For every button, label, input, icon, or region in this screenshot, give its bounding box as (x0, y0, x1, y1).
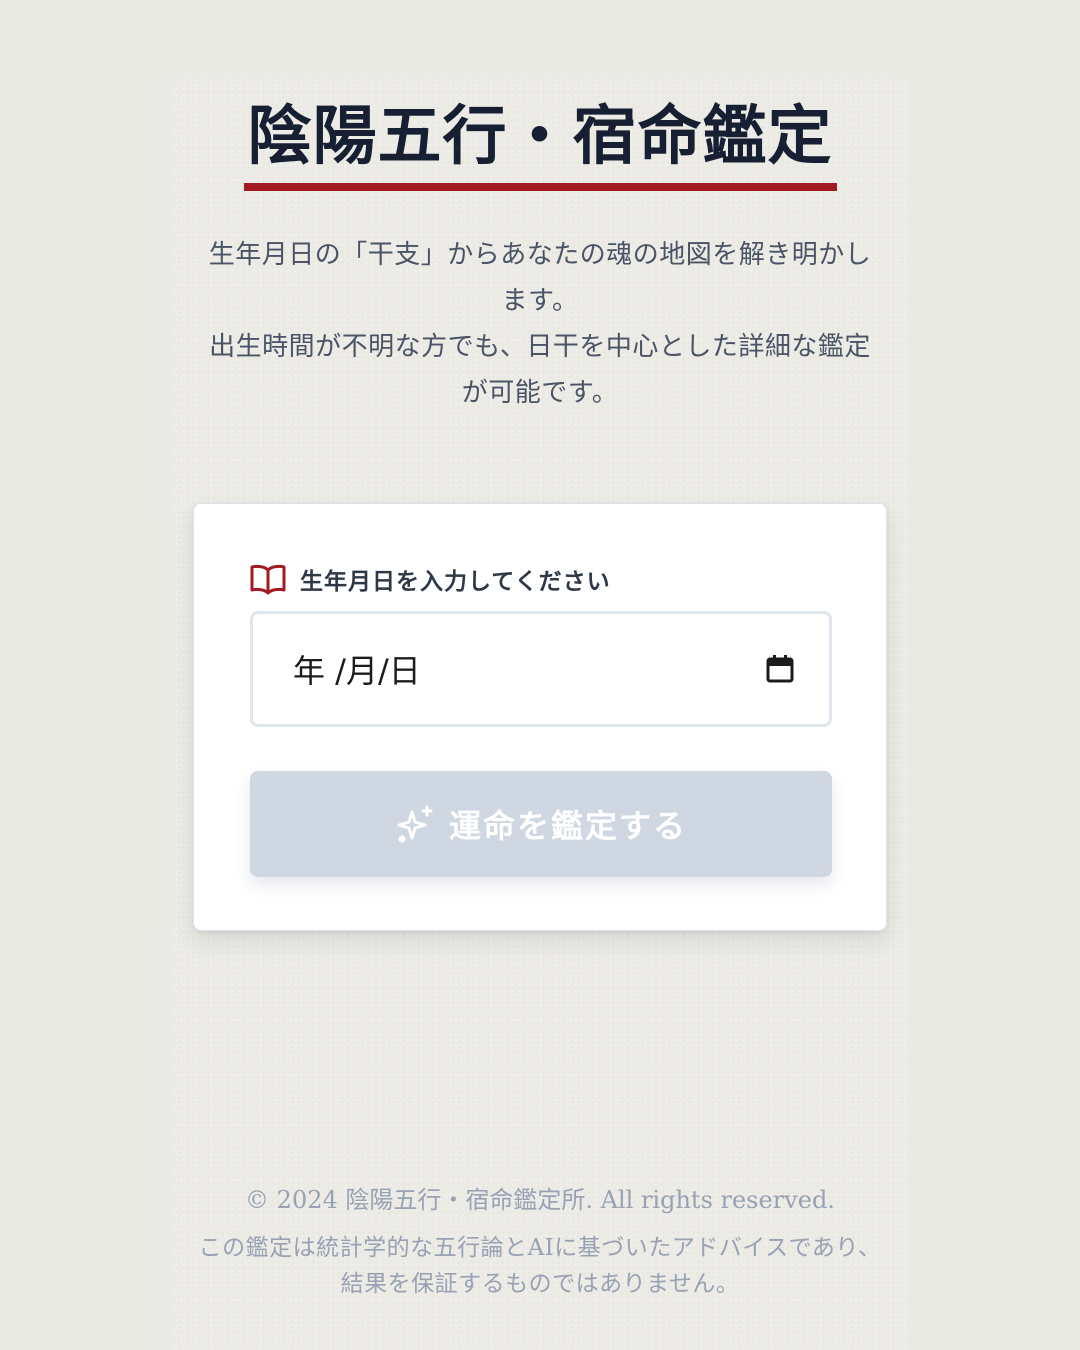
sparkles-icon (395, 804, 435, 844)
birthdate-label: 生年月日を入力してください (250, 561, 611, 597)
birthdate-form-card: 生年月日を入力してください 年 /月/日 運命を鑑定する (193, 503, 887, 931)
disclaimer-text: この鑑定は統計学的な五行論とAIに基づいたアドバイスであり、結果を保証するもので… (198, 1235, 882, 1297)
submit-button[interactable]: 運命を鑑定する (250, 771, 832, 877)
page-title: 陰陽五行・宿命鑑定 (243, 97, 837, 191)
header: 陰陽五行・宿命鑑定 (171, 97, 909, 191)
book-open-icon (250, 563, 286, 595)
footer: © 2024 陰陽五行・宿命鑑定所. All rights reserved. … (191, 1180, 889, 1302)
intro-line-1: 生年月日の「干支」からあなたの魂の地図を解き明かします。 (208, 240, 872, 316)
intro-line-2: 出生時間が不明な方でも、日干を中心とした詳細な鑑定が可能です。 (209, 332, 871, 408)
birthdate-label-text: 生年月日を入力してください (300, 568, 611, 595)
birthdate-input[interactable]: 年 /月/日 (250, 611, 832, 727)
intro-text: 生年月日の「干支」からあなたの魂の地図を解き明かします。 出生時間が不明な方でも… (199, 232, 881, 416)
calendar-icon[interactable] (765, 654, 795, 684)
submit-button-label: 運命を鑑定する (448, 807, 687, 845)
page-container: 陰陽五行・宿命鑑定 生年月日の「干支」からあなたの魂の地図を解き明かします。 出… (171, 75, 909, 1350)
copyright-text: © 2024 陰陽五行・宿命鑑定所. All rights reserved. (245, 1186, 835, 1214)
date-input-value: 年 /月/日 (293, 652, 421, 690)
